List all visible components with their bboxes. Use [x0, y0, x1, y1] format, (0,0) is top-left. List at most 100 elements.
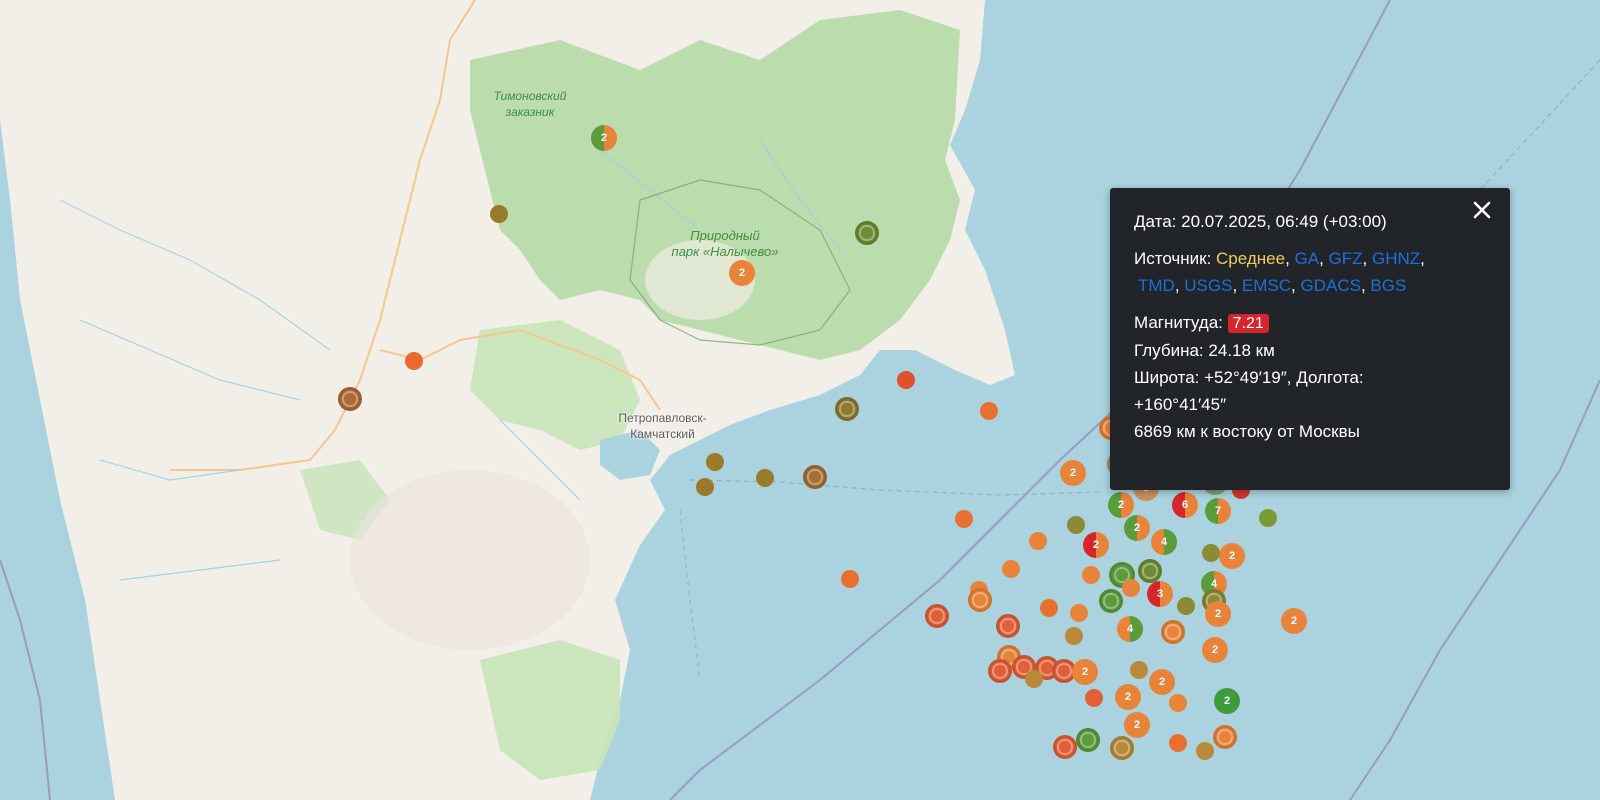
earthquake-marker[interactable] [835, 397, 859, 421]
cluster-count: 2 [1223, 695, 1231, 707]
source-link-emsc[interactable]: EMSC [1242, 276, 1291, 295]
source-link-bgs[interactable]: BGS [1370, 276, 1406, 295]
earthquake-marker[interactable] [490, 205, 508, 223]
earthquake-marker[interactable] [1110, 736, 1134, 760]
earthquake-cluster-marker[interactable]: 2 [1149, 669, 1175, 695]
earthquake-marker[interactable] [955, 510, 973, 528]
earthquake-marker[interactable] [405, 352, 423, 370]
earthquake-marker[interactable] [1202, 544, 1220, 562]
earthquake-cluster-marker[interactable]: 2 [1083, 532, 1109, 558]
earthquake-marker[interactable] [1065, 627, 1083, 645]
earthquake-marker[interactable] [980, 402, 998, 420]
date-value: 20.07.2025, 06:49 (+03:00) [1181, 212, 1387, 231]
source-link-usgs[interactable]: USGS [1184, 276, 1232, 295]
cluster-count: 2 [1133, 522, 1141, 534]
earthquake-marker[interactable] [1213, 725, 1237, 749]
magnitude-label: Магнитуда: [1134, 313, 1223, 332]
cluster-count: 2 [1158, 676, 1166, 688]
earthquake-marker[interactable] [1040, 599, 1058, 617]
earthquake-marker[interactable] [1025, 670, 1043, 688]
earthquake-marker[interactable] [1122, 579, 1140, 597]
cluster-count: 2 [1117, 499, 1125, 511]
earthquake-marker[interactable] [1002, 560, 1020, 578]
earthquake-marker[interactable] [1070, 604, 1088, 622]
cluster-count: 2 [1211, 644, 1219, 656]
depth-value: 24.18 км [1208, 341, 1275, 360]
popup-magnitude-row: Магнитуда: 7.21 [1134, 309, 1486, 337]
earthquake-marker[interactable] [696, 478, 714, 496]
earthquake-marker[interactable] [338, 387, 362, 411]
earthquake-marker[interactable] [1161, 620, 1185, 644]
earthquake-cluster-marker[interactable]: 2 [1124, 712, 1150, 738]
earthquake-marker[interactable] [1169, 694, 1187, 712]
earthquake-marker[interactable] [1177, 597, 1195, 615]
popup-date-row: Дата: 20.07.2025, 06:49 (+03:00) [1134, 208, 1486, 235]
earthquake-cluster-marker[interactable]: 2 [591, 125, 617, 151]
earthquake-cluster-marker[interactable]: 2 [1205, 601, 1231, 627]
cluster-count: 2 [1124, 691, 1132, 703]
earthquake-marker[interactable] [988, 659, 1012, 683]
longitude-label: Долгота: [1296, 368, 1364, 387]
cluster-count: 4 [1160, 536, 1168, 548]
earthquake-cluster-marker[interactable]: 4 [1117, 616, 1143, 642]
earthquake-cluster-marker[interactable]: 2 [1214, 688, 1240, 714]
earthquake-marker[interactable] [706, 453, 724, 471]
longitude-value: +160°41′45″ [1134, 395, 1227, 414]
earthquake-marker[interactable] [1259, 509, 1277, 527]
popup-source-row: Источник: Среднее, GA, GFZ, GHNZ, TMD, U… [1134, 249, 1425, 295]
earthquake-marker[interactable] [897, 371, 915, 389]
earthquake-marker[interactable] [968, 588, 992, 612]
earthquake-marker[interactable] [1138, 559, 1162, 583]
earthquake-cluster-marker[interactable]: 2 [729, 260, 755, 286]
earthquake-marker[interactable] [1082, 566, 1100, 584]
source-link-ga[interactable]: GA [1295, 249, 1320, 268]
earthquake-marker[interactable] [1029, 532, 1047, 550]
source-link-gdacs[interactable]: GDACS [1301, 276, 1361, 295]
cluster-count: 2 [1214, 608, 1222, 620]
earthquake-marker[interactable] [1169, 734, 1187, 752]
earthquake-marker[interactable] [1130, 661, 1148, 679]
latitude-value: +52°49′19″ [1204, 368, 1287, 387]
close-icon[interactable] [1470, 198, 1494, 222]
earthquake-marker[interactable] [1099, 589, 1123, 613]
earthquake-cluster-marker[interactable]: 2 [1219, 543, 1245, 569]
earthquake-marker[interactable] [1085, 689, 1103, 707]
earthquake-cluster-marker[interactable]: 2 [1202, 637, 1228, 663]
magnitude-badge: 7.21 [1227, 314, 1269, 333]
earthquake-cluster-marker[interactable]: 2 [1115, 684, 1141, 710]
earthquake-marker[interactable] [841, 570, 859, 588]
cluster-count: 2 [738, 267, 746, 279]
popup-coords-row: Широта: +52°49′19″, Долгота: +160°41′45″ [1134, 368, 1364, 414]
earthquake-marker[interactable] [1053, 735, 1077, 759]
earthquake-marker[interactable] [925, 604, 949, 628]
earthquake-marker[interactable] [1076, 728, 1100, 752]
popup-depth-row: Глубина: 24.18 км [1134, 337, 1486, 364]
cluster-count: 2 [1290, 615, 1298, 627]
popup-distance-row: 6869 км к востоку от Москвы [1134, 418, 1486, 445]
map-view[interactable]: Тимоновский заказник Природный парк «Нал… [0, 0, 1600, 800]
earthquake-marker[interactable] [855, 221, 879, 245]
earthquake-cluster-marker[interactable]: 2 [1108, 492, 1134, 518]
earthquake-cluster-marker[interactable]: 2 [1281, 608, 1307, 634]
earthquake-cluster-marker[interactable]: 4 [1151, 529, 1177, 555]
earthquake-marker[interactable] [1067, 516, 1085, 534]
source-link-ghnz[interactable]: GHNZ [1372, 249, 1420, 268]
earthquake-marker[interactable] [996, 614, 1020, 638]
source-link-tmd[interactable]: TMD [1138, 276, 1175, 295]
date-label: Дата: [1134, 212, 1177, 231]
source-label: Источник: [1134, 249, 1212, 268]
earthquake-cluster-marker[interactable]: 3 [1147, 581, 1173, 607]
earthquake-marker[interactable] [756, 469, 774, 487]
earthquake-cluster-marker[interactable]: 6 [1172, 492, 1198, 518]
source-average-link[interactable]: Среднее [1216, 249, 1285, 268]
cluster-count: 2 [1228, 550, 1236, 562]
depth-label: Глубина: [1134, 341, 1204, 360]
earthquake-cluster-marker[interactable]: 2 [1072, 659, 1098, 685]
cluster-count: 6 [1181, 499, 1189, 511]
earthquake-cluster-marker[interactable]: 2 [1060, 460, 1086, 486]
earthquake-marker[interactable] [803, 465, 827, 489]
source-link-gfz[interactable]: GFZ [1329, 249, 1363, 268]
earthquake-cluster-marker[interactable]: 2 [1124, 515, 1150, 541]
earthquake-marker[interactable] [1196, 742, 1214, 760]
earthquake-cluster-marker[interactable]: 7 [1205, 498, 1231, 524]
